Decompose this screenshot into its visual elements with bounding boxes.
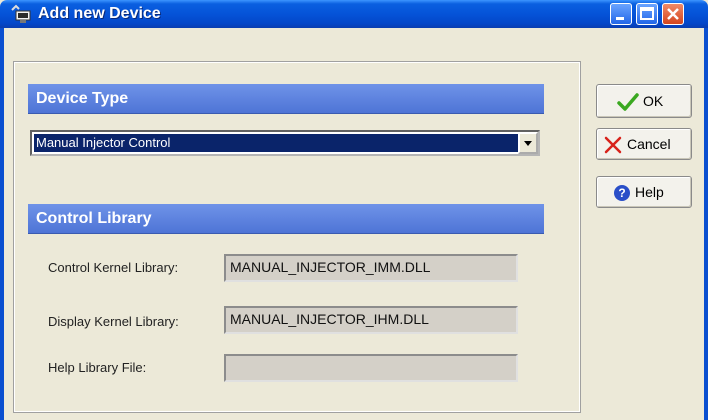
cancel-button-label: Cancel — [627, 136, 671, 152]
minimize-icon — [616, 17, 624, 20]
device-type-header-label: Device Type — [36, 90, 129, 107]
help-button[interactable]: ? Help — [596, 176, 692, 208]
help-library-file-label: Help Library File: — [48, 360, 147, 375]
display-kernel-library-label: Display Kernel Library: — [48, 314, 179, 329]
ok-button[interactable]: OK — [596, 84, 692, 118]
x-mark-icon — [603, 135, 623, 158]
ok-button-label: OK — [643, 93, 664, 109]
chevron-down-icon — [524, 141, 532, 146]
svg-text:?: ? — [618, 186, 625, 200]
checkmark-icon — [617, 92, 639, 115]
device-monitor-icon — [10, 4, 34, 24]
maximize-icon — [640, 7, 654, 20]
window-frame-left — [0, 28, 4, 420]
dropdown-arrow-button[interactable] — [518, 132, 538, 154]
control-kernel-library-field[interactable]: MANUAL_INJECTOR_IMM.DLL — [224, 254, 518, 282]
display-kernel-library-field[interactable]: MANUAL_INJECTOR_IHM.DLL — [224, 306, 518, 334]
question-circle-icon: ? — [613, 184, 631, 205]
control-library-header: Control Library — [28, 204, 544, 234]
window-frame-right — [704, 28, 708, 420]
cancel-button[interactable]: Cancel — [596, 128, 692, 160]
maximize-button[interactable] — [636, 3, 658, 25]
device-type-dropdown[interactable]: Manual Injector Control — [30, 130, 540, 156]
close-icon — [667, 8, 679, 20]
control-library-header-label: Control Library — [36, 210, 152, 227]
close-button[interactable] — [662, 3, 684, 25]
title-bar: Add new Device — [0, 0, 708, 28]
window-title: Add new Device — [38, 5, 161, 22]
help-button-label: Help — [635, 184, 664, 200]
control-kernel-library-label: Control Kernel Library: — [48, 260, 179, 275]
device-type-header: Device Type — [28, 84, 544, 114]
minimize-button[interactable] — [610, 3, 632, 25]
help-library-file-field[interactable] — [224, 354, 518, 382]
device-type-selected: Manual Injector Control — [34, 134, 518, 152]
